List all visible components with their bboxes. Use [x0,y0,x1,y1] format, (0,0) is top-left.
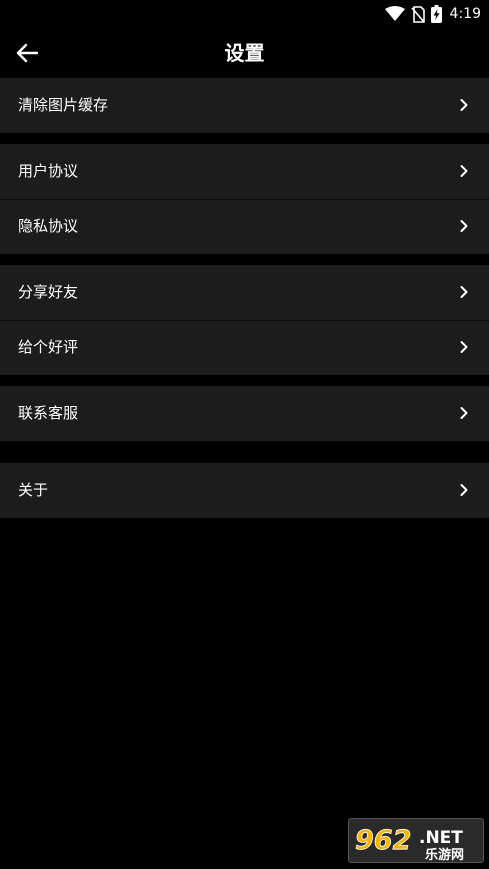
chevron-right-icon [460,484,468,496]
chevron-right-icon [460,165,468,177]
page-title: 设置 [224,41,265,65]
svg-text:.NET: .NET [419,828,463,848]
user-agreement-item[interactable]: 用户协议 [0,144,489,199]
rate-app-label: 给个好评 [18,338,79,356]
status-bar: 4:19 [0,0,489,28]
arrow-left-icon [16,43,38,63]
share-friends-item[interactable]: 分享好友 [0,265,489,320]
chevron-right-icon [460,220,468,232]
no-sim-icon [410,5,425,23]
rate-app-item[interactable]: 给个好评 [0,320,489,375]
user-agreement-label: 用户协议 [18,162,79,180]
settings-group-social: 分享好友 给个好评 [0,265,489,375]
share-friends-label: 分享好友 [18,283,79,301]
chevron-right-icon [460,341,468,353]
privacy-agreement-item[interactable]: 隐私协议 [0,199,489,254]
back-button[interactable] [8,34,46,72]
settings-group-cache: 清除图片缓存 [0,78,489,133]
status-icons: 4:19 [384,4,481,24]
chevron-right-icon [460,286,468,298]
chevron-right-icon [460,99,468,111]
clear-image-cache-label: 清除图片缓存 [18,96,109,114]
settings-list: 清除图片缓存 用户协议 隐私协议 分享好友 给个好评 联系客服 关于 [0,78,489,518]
contact-support-item[interactable]: 联系客服 [0,386,489,441]
watermark-logo: 962 .NET 乐游网 [348,818,484,863]
battery-charging-icon [430,5,442,23]
svg-text:962: 962 [355,825,411,856]
settings-group-agreements: 用户协议 隐私协议 [0,144,489,254]
settings-group-about: 关于 [0,463,489,518]
chevron-right-icon [460,407,468,419]
watermark-logo-graphic: 962 .NET 乐游网 [355,825,464,863]
settings-group-support: 联系客服 [0,386,489,441]
wifi-icon [384,6,405,21]
about-item[interactable]: 关于 [0,463,489,518]
svg-text:乐游网: 乐游网 [425,847,464,862]
app-bar: 设置 [0,28,489,78]
clear-image-cache-item[interactable]: 清除图片缓存 [0,78,489,133]
contact-support-label: 联系客服 [18,404,79,422]
privacy-agreement-label: 隐私协议 [18,217,79,235]
about-label: 关于 [18,481,49,499]
status-time: 4:19 [449,6,481,22]
